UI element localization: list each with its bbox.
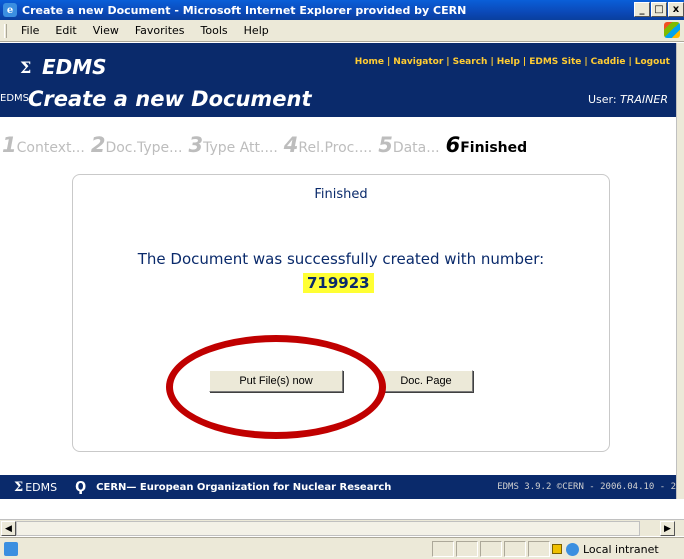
menu-help[interactable]: Help [236,24,277,37]
vertical-scrollbar[interactable] [676,43,684,499]
scroll-left-icon[interactable]: ◀ [1,521,16,536]
step-finished: 6Finished [445,133,528,157]
intranet-globe-icon [566,542,579,556]
footer-version: EDMS 3.9.2 ©CERN - 2006.04.10 - 2 [497,482,676,492]
step-context: 1Context... [2,133,85,157]
window-controls: _ □ x [634,2,684,17]
step-doc-type: 2Doc.Type... [90,133,183,157]
header-links: Home | Navigator | Search | Help | EDMS Site… [355,57,670,67]
link-separator: | [584,57,588,67]
scroll-right-icon[interactable]: ▶ [660,521,675,536]
link-separator: | [446,57,450,67]
footer-cern-text[interactable]: CERN— European Organization for Nuclear … [96,482,391,493]
maximize-button[interactable]: □ [651,2,667,17]
annotation-circle [166,335,386,439]
edms-brand: EDMS [42,55,107,79]
status-cell [528,541,550,557]
windows-logo-icon [664,22,680,38]
document-number: 719923 [303,273,374,293]
security-zone[interactable]: Local intranet [552,541,659,557]
edms-header: Σ EDMS Home | Navigator | Search | Help | ED… [0,43,676,117]
menu-view[interactable]: View [85,24,127,37]
link-logout[interactable]: Logout [635,57,670,67]
panel-title: Finished [314,187,368,202]
link-home[interactable]: Home [355,57,384,67]
page-content: Σ EDMS Home | Navigator | Search | Help | ED… [0,43,676,499]
horizontal-scrollbar[interactable]: ◀ ▶ [0,519,684,536]
link-separator: | [522,57,527,67]
success-message: The Document was successfully created wi… [137,250,545,268]
link-navigator[interactable]: Navigator [393,57,443,67]
lock-icon [552,544,562,554]
link-separator: | [387,57,391,67]
link-separator: | [490,57,494,67]
wizard-steps: 1Context... 2Doc.Type... 3Type Att.... 4… [2,133,533,157]
step-type-att: 3Type Att.... [188,133,278,157]
link-search[interactable]: Search [453,57,488,67]
user-info: User: TRAINER [588,93,668,106]
status-cell [480,541,502,557]
link-separator: | [628,57,632,67]
status-cell [456,541,478,557]
edms-footer: Σ EDMS Ϙ CERN— European Organization for… [0,475,676,499]
menu-bar: File Edit View Favorites Tools Help [0,20,684,42]
user-name: TRAINER [620,93,668,106]
step-rel-proc: 4Rel.Proc.... [283,133,373,157]
page-title: Create a new Document [28,87,312,111]
footer-edms[interactable]: EDMS [25,481,57,494]
menu-file[interactable]: File [13,24,47,37]
menu-edit[interactable]: Edit [47,24,84,37]
sigma-footer-icon: Σ [14,479,24,495]
status-cell [432,541,454,557]
step-data: 5Data... [378,133,440,157]
zone-label: Local intranet [583,542,659,556]
sigma-logo-icon: Σ [20,58,32,77]
doc-page-button[interactable]: Doc. Page [379,370,473,392]
link-help[interactable]: Help [497,57,520,67]
status-cell [504,541,526,557]
cern-logo-icon: Ϙ [75,479,87,495]
user-label: User: [587,93,617,106]
link-caddie[interactable]: Caddie [591,57,626,67]
window-title-bar: e Create a new Document - Microsoft Inte… [0,0,684,20]
link-edms-site[interactable]: EDMS Site [529,57,581,67]
page-status-icon [4,541,18,556]
scroll-thumb[interactable] [16,521,640,536]
close-button[interactable]: x [668,2,684,17]
small-edms-label: EDMS [0,93,29,104]
minimize-button[interactable]: _ [634,2,650,17]
status-bar: Local intranet [0,537,684,559]
menu-tools[interactable]: Tools [193,24,236,37]
toolbar-grip[interactable] [4,23,7,38]
internet-explorer-icon: e [3,3,17,17]
menu-favorites[interactable]: Favorites [127,24,193,37]
window-title: Create a new Document - Microsoft Intern… [22,3,467,17]
